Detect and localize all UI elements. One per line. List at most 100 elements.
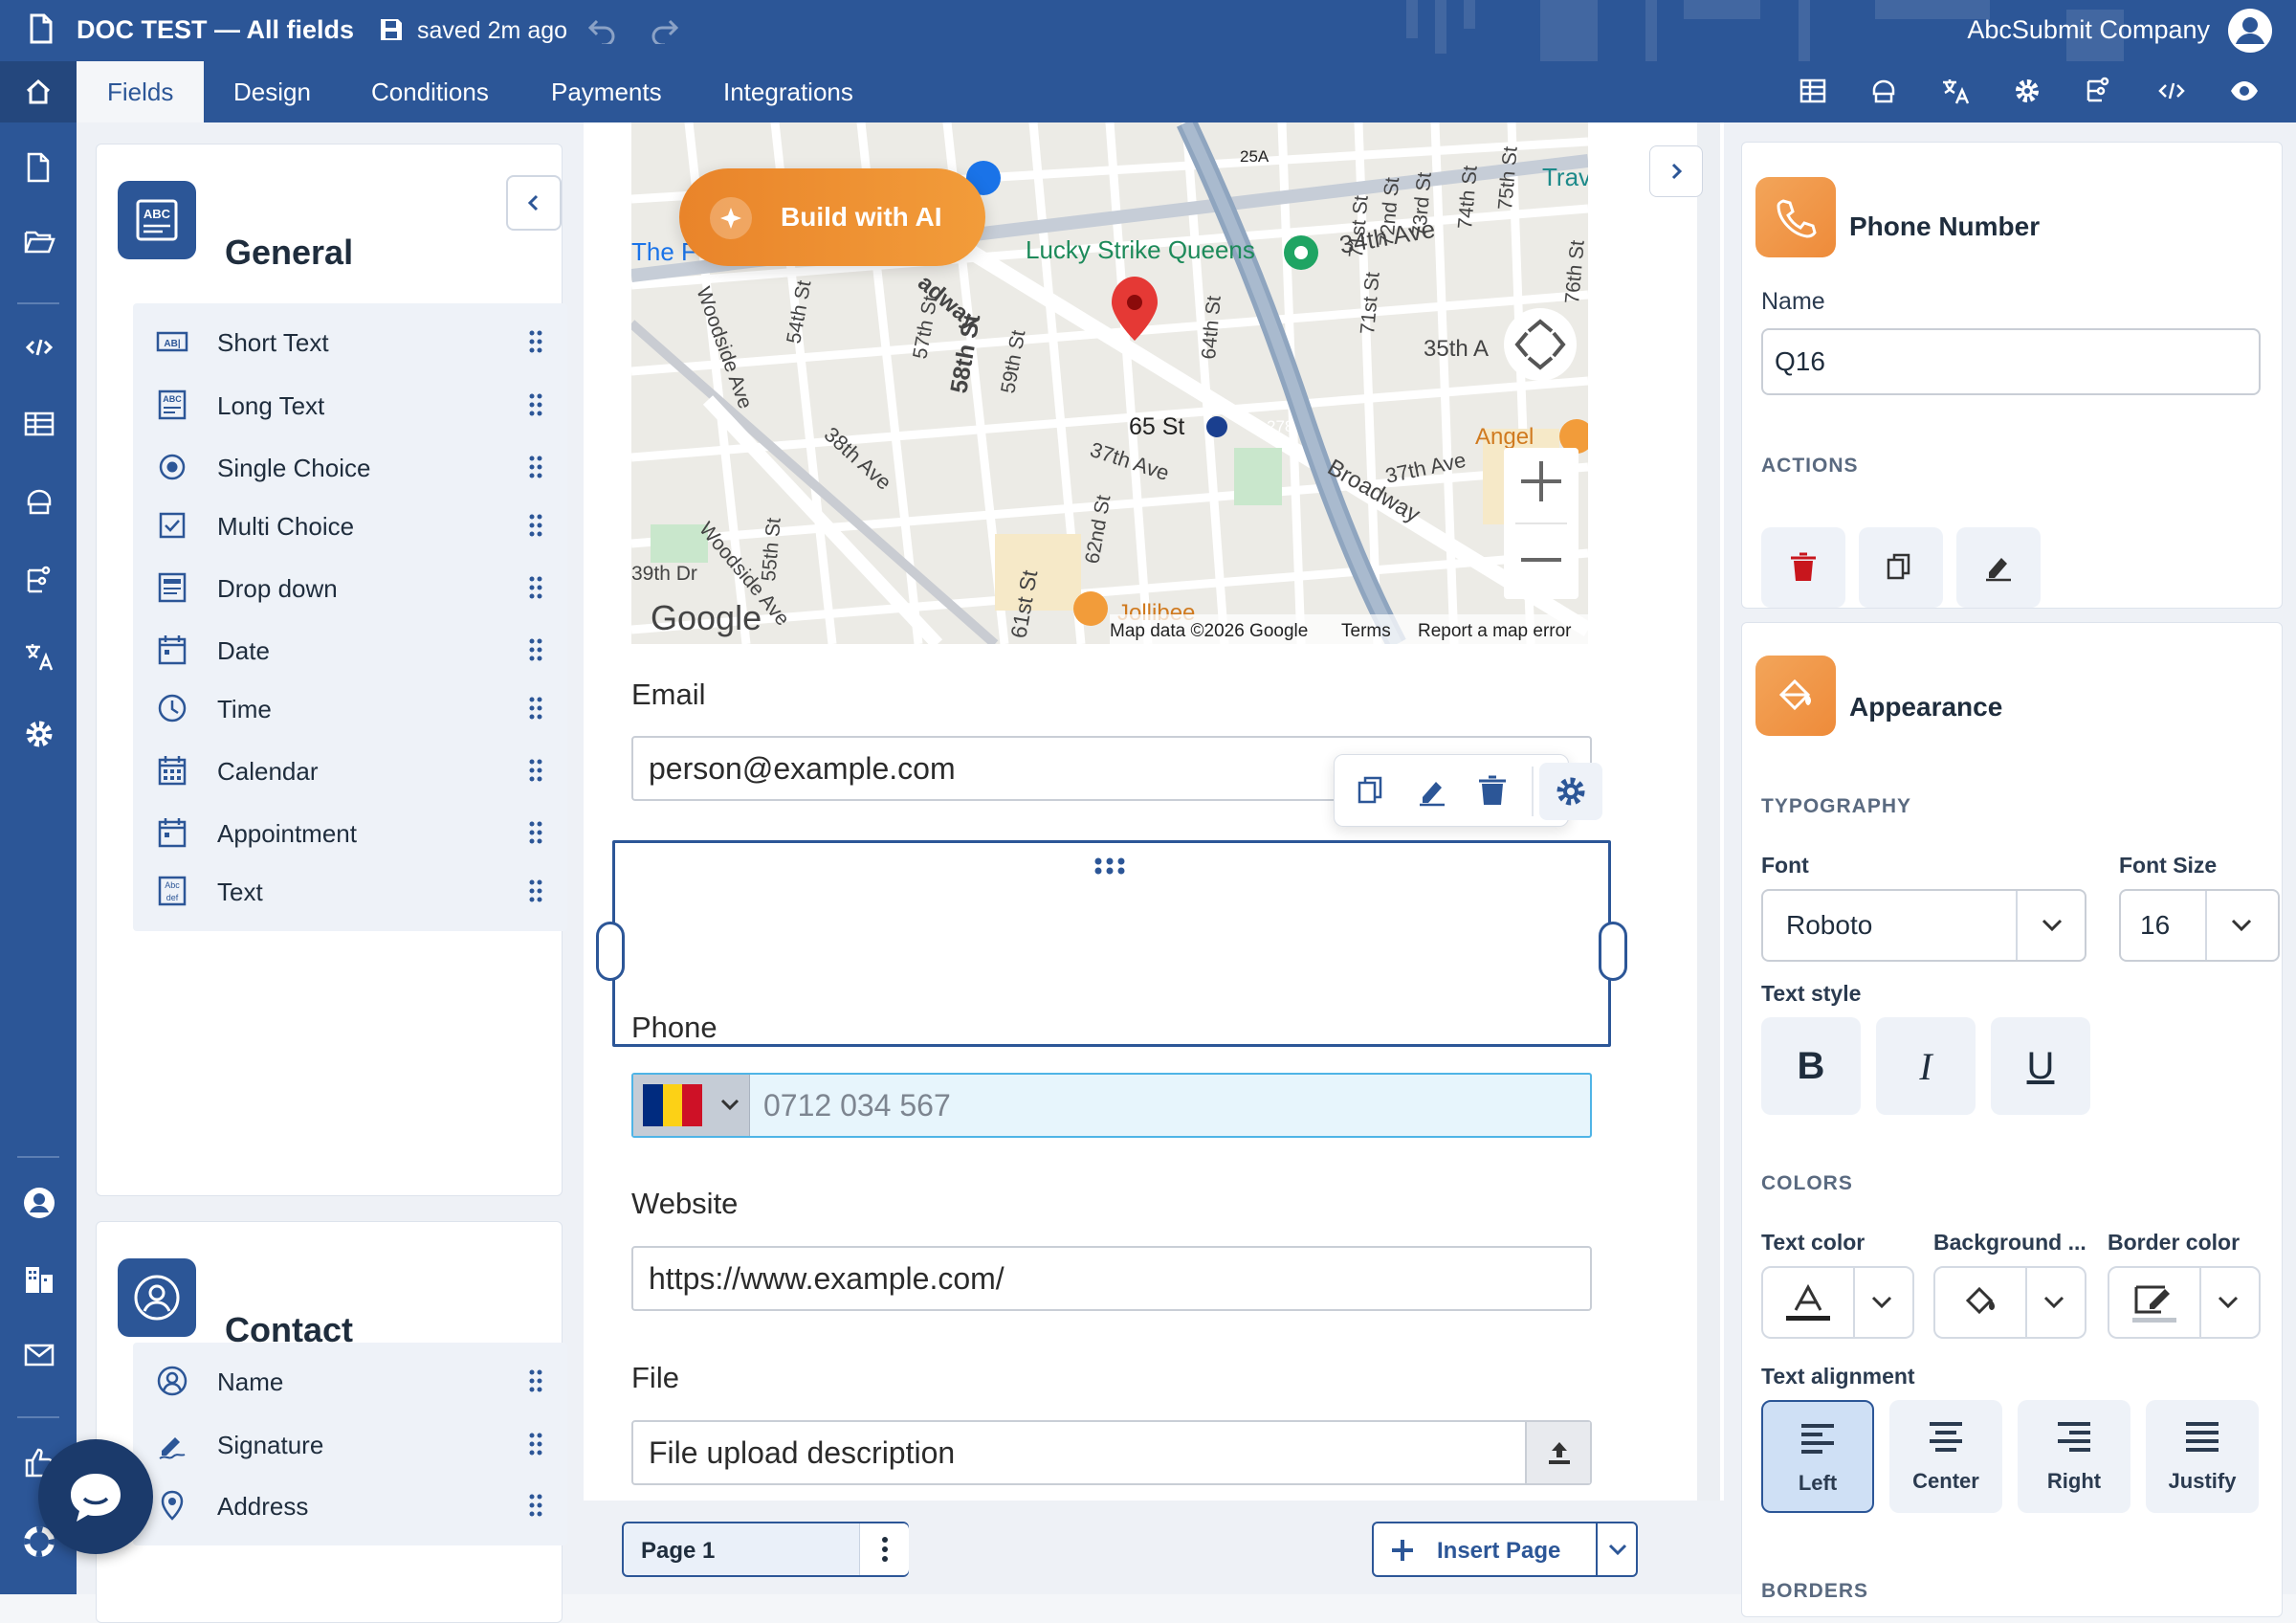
background-color-picker[interactable] bbox=[1933, 1266, 2086, 1339]
font-color-icon bbox=[1786, 1283, 1830, 1321]
drag-grip-icon[interactable] bbox=[529, 697, 542, 720]
form-title[interactable]: DOC TEST — All fields bbox=[77, 15, 354, 45]
table-icon[interactable] bbox=[1799, 77, 1827, 105]
bold-button[interactable]: B bbox=[1761, 1017, 1861, 1115]
folder-open-icon[interactable] bbox=[23, 228, 55, 256]
duplicate-element-button[interactable] bbox=[1859, 527, 1943, 608]
upload-button[interactable] bbox=[1525, 1422, 1590, 1483]
drag-grip-icon[interactable] bbox=[529, 1433, 542, 1456]
drag-grip-icon[interactable] bbox=[529, 1494, 542, 1517]
theme-icon[interactable] bbox=[23, 486, 55, 517]
mail-icon[interactable] bbox=[23, 1342, 55, 1368]
undo-icon[interactable] bbox=[587, 17, 618, 44]
tab-fields[interactable]: Fields bbox=[77, 61, 205, 122]
palette-item-label: Address bbox=[217, 1492, 309, 1521]
expand-panel-button[interactable] bbox=[1649, 145, 1703, 197]
tab-payments[interactable]: Payments bbox=[520, 61, 693, 122]
text-color-picker[interactable] bbox=[1761, 1266, 1914, 1339]
palette-item-label: Time bbox=[217, 695, 272, 723]
home-button[interactable] bbox=[0, 61, 77, 122]
redo-icon[interactable] bbox=[649, 17, 679, 44]
signature-icon bbox=[159, 1437, 186, 1459]
code-icon[interactable] bbox=[2156, 77, 2187, 105]
align-center-button[interactable]: Center bbox=[1889, 1400, 2002, 1513]
flow-icon[interactable] bbox=[2084, 77, 2112, 105]
italic-button[interactable]: I bbox=[1876, 1017, 1976, 1115]
drag-grip-icon[interactable] bbox=[529, 1369, 542, 1392]
palette-item-label: Short Text bbox=[217, 328, 329, 357]
date-icon bbox=[158, 635, 187, 665]
chat-widget-button[interactable] bbox=[38, 1439, 153, 1554]
rail-separator bbox=[17, 1416, 59, 1418]
duplicate-icon[interactable] bbox=[1356, 774, 1390, 809]
country-selector[interactable] bbox=[633, 1075, 750, 1136]
palette-item-text[interactable]: Abc def Text bbox=[133, 853, 567, 931]
settings-icon[interactable] bbox=[2013, 77, 2042, 105]
contact-person-icon bbox=[118, 1258, 196, 1337]
drag-grip-icon[interactable] bbox=[529, 330, 542, 353]
table-icon[interactable] bbox=[23, 410, 55, 438]
align-justify-icon bbox=[2186, 1422, 2219, 1452]
canvas-scrollbar[interactable] bbox=[1697, 122, 1720, 1501]
gear-icon bbox=[1556, 777, 1585, 806]
align-center-icon bbox=[1930, 1422, 1962, 1452]
user-circle-icon[interactable] bbox=[23, 1187, 55, 1219]
theme-icon[interactable] bbox=[1869, 77, 1898, 105]
selected-phone-field[interactable] bbox=[596, 840, 1627, 1047]
general-fields-card: ABC General AB| Short Text ABC Long Text Sin… bbox=[96, 144, 567, 1196]
delete-element-button[interactable] bbox=[1761, 527, 1845, 608]
translate-icon[interactable] bbox=[1940, 77, 1971, 105]
align-justify-button[interactable]: Justify bbox=[2146, 1400, 2259, 1513]
translate-icon[interactable] bbox=[23, 641, 55, 672]
build-with-ai-button[interactable]: Build with AI bbox=[679, 168, 985, 266]
name-input[interactable]: Q16 bbox=[1761, 328, 2261, 395]
duplicate-icon bbox=[1887, 553, 1910, 580]
edit-element-button[interactable] bbox=[1956, 527, 2041, 608]
building-icon[interactable] bbox=[23, 1263, 55, 1296]
palette-item-address[interactable]: Address bbox=[133, 1467, 567, 1545]
page-menu-button[interactable] bbox=[859, 1523, 909, 1575]
drag-grip-icon[interactable] bbox=[529, 638, 542, 661]
page-1-tab[interactable]: Page 1 bbox=[622, 1522, 909, 1577]
delete-icon[interactable] bbox=[1476, 774, 1509, 809]
romania-flag-icon bbox=[643, 1084, 702, 1126]
resize-handle-left[interactable] bbox=[596, 922, 625, 981]
underline-button[interactable]: U bbox=[1991, 1017, 2090, 1115]
drag-grip-icon[interactable] bbox=[529, 759, 542, 782]
resize-handle-right[interactable] bbox=[1599, 922, 1627, 981]
font-size-select[interactable]: 16 bbox=[2119, 889, 2280, 962]
align-right-button[interactable]: Right bbox=[2018, 1400, 2130, 1513]
file-upload-input[interactable]: File upload description bbox=[631, 1420, 1592, 1485]
preview-eye-icon[interactable] bbox=[2229, 77, 2260, 105]
border-color-picker[interactable] bbox=[2108, 1266, 2261, 1339]
collapse-palette-button[interactable] bbox=[506, 175, 562, 231]
tab-design[interactable]: Design bbox=[203, 61, 342, 122]
drag-handle-icon[interactable] bbox=[1093, 856, 1126, 876]
drag-grip-icon[interactable] bbox=[529, 821, 542, 844]
drag-grip-icon[interactable] bbox=[529, 576, 542, 599]
file-icon[interactable] bbox=[23, 151, 54, 184]
flow-icon[interactable] bbox=[23, 565, 55, 597]
code-icon[interactable] bbox=[23, 333, 55, 362]
drag-grip-icon[interactable] bbox=[529, 514, 542, 537]
edit-eraser-icon[interactable] bbox=[1415, 774, 1449, 809]
insert-page-button[interactable]: Insert Page bbox=[1372, 1522, 1598, 1577]
website-input[interactable]: https://www.example.com/ bbox=[631, 1246, 1592, 1311]
field-settings-button[interactable] bbox=[1539, 763, 1602, 820]
tab-conditions[interactable]: Conditions bbox=[341, 61, 519, 122]
align-justify-label: Justify bbox=[2168, 1469, 2237, 1493]
drag-grip-icon[interactable] bbox=[529, 879, 542, 902]
chevron-down-icon bbox=[2042, 919, 2063, 932]
drag-grip-icon[interactable] bbox=[529, 393, 542, 416]
align-left-button[interactable]: Left bbox=[1761, 1400, 1874, 1513]
company-name[interactable]: AbcSubmit Company bbox=[1967, 15, 2210, 45]
settings-icon[interactable] bbox=[23, 718, 55, 750]
actions-label: ACTIONS bbox=[1761, 455, 1859, 477]
font-select[interactable]: Roboto bbox=[1761, 889, 2086, 962]
insert-page-dropdown[interactable] bbox=[1596, 1522, 1638, 1577]
user-avatar-icon[interactable] bbox=[2227, 8, 2273, 54]
drag-grip-icon[interactable] bbox=[529, 456, 542, 478]
phone-input[interactable]: 0712 034 567 bbox=[631, 1073, 1592, 1138]
clock-icon bbox=[158, 694, 187, 723]
tab-integrations[interactable]: Integrations bbox=[693, 61, 884, 122]
